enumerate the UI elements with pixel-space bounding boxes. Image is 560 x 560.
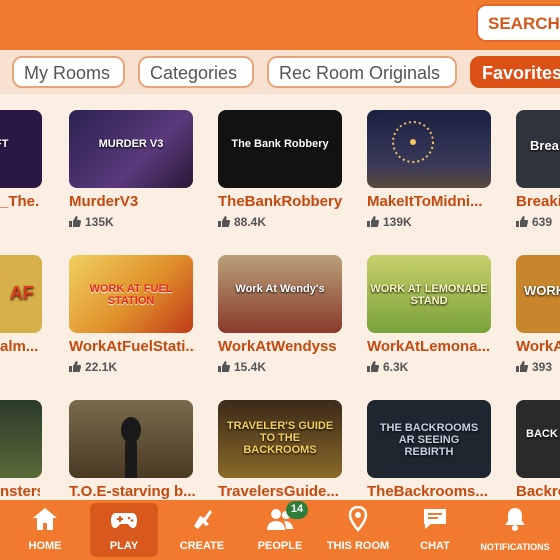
room-title: WorkAtFuelStati... bbox=[69, 338, 195, 355]
room-title: WorkAtWendyss bbox=[218, 338, 337, 355]
ferris-wheel-icon bbox=[392, 121, 434, 163]
thumbnail-caption: Work At Wendy's bbox=[235, 283, 325, 295]
room-thumbnail: WORK AT bbox=[516, 255, 560, 333]
thumbs-up-icon bbox=[218, 361, 230, 372]
nav-chat[interactable]: CHAT bbox=[404, 500, 466, 560]
thumbnail-caption: AF bbox=[10, 283, 34, 303]
search-button[interactable]: SEARCH R bbox=[476, 4, 560, 42]
nav-this-room[interactable]: THIS ROOM bbox=[322, 500, 394, 560]
room-likes: 393 bbox=[516, 360, 552, 374]
room-thumbnail: BACK bbox=[516, 400, 560, 478]
thumbnail-caption: WORK AT bbox=[524, 283, 560, 298]
room-title: WorkAtLemona... bbox=[367, 338, 491, 355]
chat-icon bbox=[424, 509, 446, 529]
room-grid: THE SHIFT _The... MURDER V3 MurderV3 135… bbox=[0, 94, 560, 500]
nav-home[interactable]: HOME bbox=[12, 500, 78, 560]
thumbnail-caption: The Bank Robbery bbox=[231, 138, 329, 150]
room-title: MakeItToMidni... bbox=[367, 193, 483, 210]
room-likes-count: 22.1K bbox=[85, 360, 118, 374]
room-thumbnail bbox=[0, 400, 42, 478]
thumbs-up-icon bbox=[516, 216, 528, 227]
nav-label: NOTIFICATIONS bbox=[480, 542, 550, 552]
room-title: TheBackrooms... bbox=[367, 483, 488, 500]
gamepad-icon bbox=[111, 513, 137, 528]
room-thumbnail: THE SHIFT bbox=[0, 110, 42, 188]
tab-rec-room-originals[interactable]: Rec Room Originals bbox=[267, 56, 457, 88]
room-likes-count: 139K bbox=[383, 215, 412, 229]
figure-icon bbox=[121, 417, 141, 478]
thumbnail-caption: THE SHIFT bbox=[0, 138, 9, 150]
thumbs-up-icon bbox=[367, 361, 379, 372]
thumbs-up-icon bbox=[69, 361, 81, 372]
room-likes-count: 6.3K bbox=[383, 360, 409, 374]
room-likes: 88.4K bbox=[218, 215, 266, 229]
room-likes: 135K bbox=[69, 215, 114, 229]
thumbnail-caption: BACK bbox=[526, 428, 558, 440]
filter-tabs: My Rooms Categories Rec Room Originals F… bbox=[0, 50, 560, 94]
people-notification-badge: 14 bbox=[286, 501, 308, 519]
room-thumbnail: THE BACKROOMS AR SEEING REBIRTH bbox=[367, 400, 491, 478]
bottom-nav: HOME PLAY CREATE PEOPLE THIS ROOM CHAT N… bbox=[0, 500, 560, 560]
thumbs-up-icon bbox=[69, 216, 81, 227]
create-icon bbox=[194, 510, 212, 529]
tab-categories[interactable]: Categories bbox=[138, 56, 254, 88]
room-title: MurderV3 bbox=[69, 193, 139, 210]
room-likes-count: 393 bbox=[532, 360, 553, 374]
nav-label: CHAT bbox=[420, 540, 450, 552]
room-likes: 15.4K bbox=[218, 360, 266, 374]
location-pin-icon bbox=[348, 506, 368, 532]
thumbnail-caption: MURDER V3 bbox=[98, 138, 164, 150]
thumbnail-caption: TRAVELER'S GUIDE TO THE BACKROOMS bbox=[226, 420, 334, 456]
room-thumbnail bbox=[367, 110, 491, 188]
tab-my-rooms[interactable]: My Rooms bbox=[12, 56, 125, 88]
room-thumbnail: MURDER V3 bbox=[69, 110, 193, 188]
thumbs-up-icon bbox=[367, 216, 379, 227]
thumbs-up-icon bbox=[516, 361, 528, 372]
room-title: Breaki bbox=[516, 193, 560, 210]
room-likes-count: 15.4K bbox=[234, 360, 267, 374]
room-thumbnail: AF bbox=[0, 255, 42, 333]
thumbnail-caption: WORK AT LEMONADE STAND bbox=[370, 283, 488, 307]
top-bar: SEARCH R bbox=[0, 0, 560, 50]
room-likes-count: 135K bbox=[85, 215, 114, 229]
room-likes: 639 bbox=[516, 215, 552, 229]
room-thumbnail: WORK AT LEMONADE STAND bbox=[367, 255, 491, 333]
room-thumbnail: Work At Wendy's bbox=[218, 255, 342, 333]
nav-label: CREATE bbox=[179, 540, 225, 552]
room-thumbnail: Brea bbox=[516, 110, 560, 188]
room-likes: 6.3K bbox=[367, 360, 408, 374]
room-title: WorkA bbox=[516, 338, 560, 355]
home-icon bbox=[33, 508, 57, 530]
room-likes: 22.1K bbox=[69, 360, 117, 374]
room-thumbnail: TRAVELER'S GUIDE TO THE BACKROOMS bbox=[218, 400, 342, 478]
thumbnail-caption: WORK AT FUEL STATION bbox=[89, 283, 173, 307]
tab-favorites[interactable]: Favorites bbox=[470, 56, 560, 88]
room-title: alm... bbox=[0, 338, 39, 355]
room-likes-count: 639 bbox=[532, 215, 553, 229]
nav-label: THIS ROOM bbox=[326, 540, 390, 552]
nav-notifications[interactable]: NOTIFICATIONS bbox=[478, 500, 552, 560]
thumbs-up-icon bbox=[218, 216, 230, 227]
room-thumbnail bbox=[69, 400, 193, 478]
room-thumbnail: The Bank Robbery bbox=[218, 110, 342, 188]
room-title: nsters bbox=[0, 483, 40, 500]
room-likes-count: 88.4K bbox=[234, 215, 267, 229]
nav-label: HOME bbox=[28, 540, 62, 552]
nav-label: PLAY bbox=[109, 540, 139, 552]
room-thumbnail: WORK AT FUEL STATION bbox=[69, 255, 193, 333]
room-title: TravelersGuide... bbox=[218, 483, 339, 500]
nav-label: PEOPLE bbox=[257, 540, 303, 552]
room-title: T.O.E-starving b... bbox=[69, 483, 195, 500]
bell-icon bbox=[505, 508, 525, 531]
room-title: Backro bbox=[516, 483, 560, 500]
nav-create[interactable]: CREATE bbox=[170, 500, 234, 560]
room-likes: 139K bbox=[367, 215, 412, 229]
thumbnail-caption: THE BACKROOMS AR SEEING REBIRTH bbox=[379, 422, 479, 458]
thumbnail-caption: Brea bbox=[530, 138, 559, 153]
nav-play[interactable]: PLAY bbox=[90, 503, 158, 557]
room-title: _The... bbox=[0, 193, 40, 210]
room-title: TheBankRobbery bbox=[218, 193, 343, 210]
